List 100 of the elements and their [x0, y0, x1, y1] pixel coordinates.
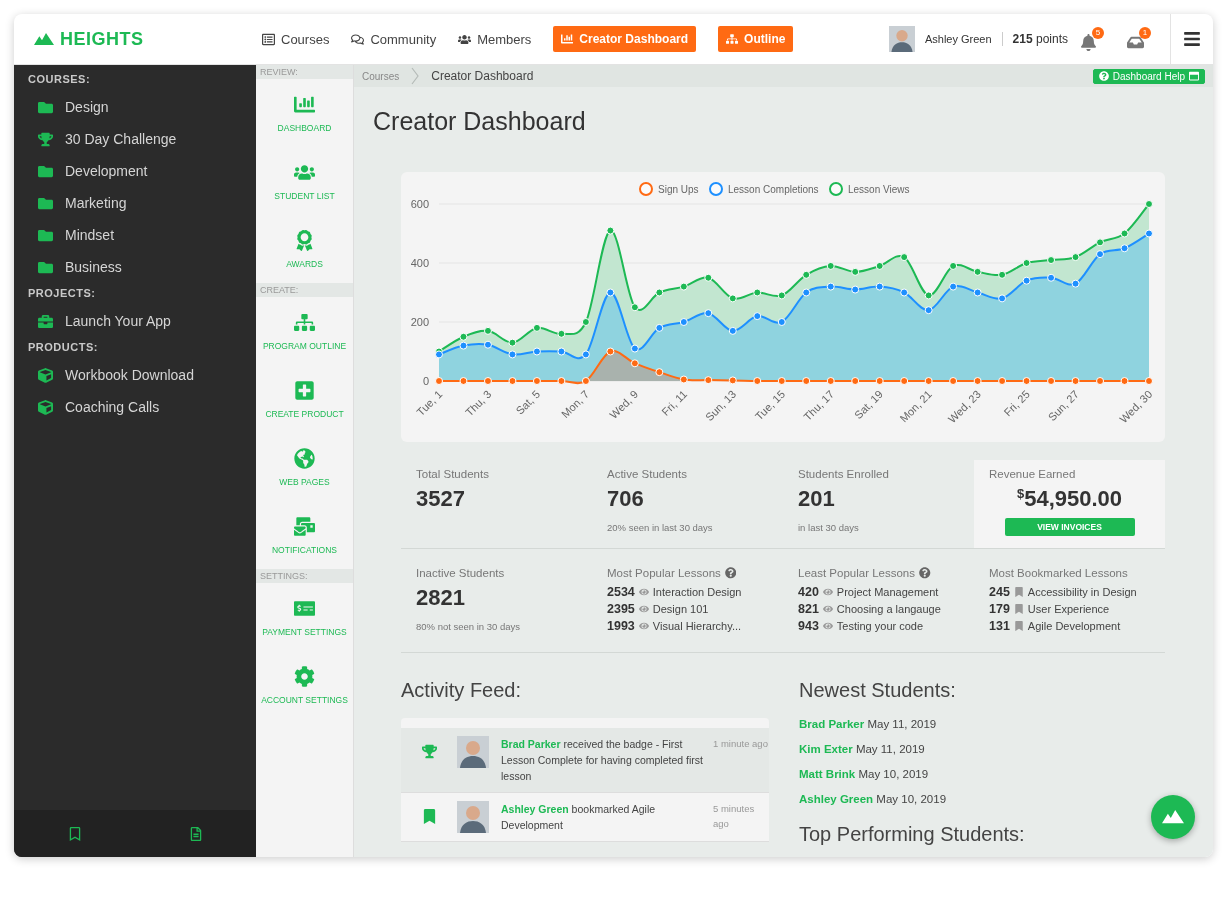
x-axis-label: Mon, 7 [559, 387, 592, 421]
student-entry[interactable]: Kim Exter May 11, 2019 [799, 743, 925, 755]
data-point [973, 377, 982, 385]
bookmark-icon[interactable] [67, 826, 82, 841]
lesson-item[interactable]: 245 Accessibility in Design [989, 585, 1137, 599]
sidebar-item[interactable]: Mindset [28, 219, 256, 251]
lesson-item[interactable]: 943 Testing your code [798, 619, 941, 633]
data-point [1071, 377, 1080, 385]
data-point [949, 377, 958, 385]
eye-icon [638, 604, 649, 614]
revenue-value: $54,950.00 [1016, 486, 1123, 512]
sidebar-item[interactable]: Coaching Calls [28, 391, 256, 423]
data-point [728, 376, 737, 385]
data-point [1022, 377, 1031, 385]
nav-link[interactable]: Community [351, 31, 437, 47]
data-point [728, 326, 737, 335]
stat-value: 201 [798, 486, 835, 512]
data-point [508, 377, 517, 385]
data-point [679, 318, 688, 326]
sidebar-item[interactable]: Workbook Download [28, 359, 256, 391]
data-point [924, 306, 933, 315]
data-point [1145, 377, 1153, 385]
nav-link[interactable]: Courses [262, 31, 330, 47]
x-axis-label: Thu, 17 [801, 387, 837, 423]
lesson-item[interactable]: 2534 Interaction Design [607, 585, 742, 599]
section-heading: REVIEW: [256, 65, 353, 79]
student-entry[interactable]: Matt Brink May 10, 2019 [799, 768, 929, 780]
data-point [630, 344, 639, 353]
cube-icon [38, 367, 53, 383]
breadcrumb-link[interactable]: Creator Dashboard [431, 69, 534, 83]
lesson-item[interactable]: 179 User Experience [989, 602, 1137, 616]
sidebar-item[interactable]: 30 Day Challenge [28, 123, 256, 155]
sidebar-item[interactable]: Launch Your App [28, 305, 256, 337]
eye-icon [822, 604, 833, 614]
data-point [483, 340, 492, 349]
data-point [826, 261, 835, 270]
sidebar-item[interactable]: Marketing [28, 187, 256, 219]
data-point [1096, 377, 1105, 385]
data-point [655, 323, 664, 332]
activity-text: Brad Parker received the badge - First Lesson Complete for having completed first lesson [501, 737, 704, 784]
stat-label: Total Students [416, 468, 489, 480]
nav-link[interactable]: Members [458, 31, 532, 47]
legend-label: Sign Ups [658, 184, 699, 195]
lesson-item[interactable]: 420 Project Management [798, 585, 941, 599]
help-icon[interactable] [724, 567, 737, 579]
folder-icon [38, 99, 53, 115]
data-point [655, 368, 664, 377]
mountain-logo-icon [34, 33, 54, 45]
data-point [753, 377, 762, 385]
data-point [875, 282, 884, 291]
data-point [900, 377, 909, 385]
student-entry[interactable]: Ashley Green May 10, 2019 [799, 793, 947, 805]
data-point [1071, 279, 1080, 288]
data-point [532, 323, 541, 332]
data-point [826, 377, 835, 385]
data-point [606, 226, 615, 235]
data-point [900, 288, 909, 297]
data-point [655, 288, 664, 297]
chat-button[interactable] [1151, 795, 1195, 839]
data-point [581, 377, 590, 385]
legend-marker [639, 182, 653, 196]
activity-row[interactable]: Brad Parker received the badge - First Lesson Complete for having completed first lesson 1 minute ago [401, 728, 769, 793]
lesson-item[interactable]: 131 Agile Development [989, 619, 1137, 633]
user-name[interactable]: Ashley Green [924, 33, 992, 45]
points-count: 215 points [1001, 32, 1068, 46]
data-point [949, 282, 958, 291]
data-point [1071, 253, 1080, 262]
student-entry[interactable]: Brad Parker May 11, 2019 [799, 718, 937, 730]
section-title: Activity Feed: [401, 679, 523, 702]
data-point [826, 282, 835, 291]
data-point [483, 326, 492, 335]
data-point [753, 312, 762, 321]
sidebar-item[interactable]: Business [28, 251, 256, 283]
folder-icon [38, 227, 53, 243]
data-point [532, 347, 541, 356]
activity-time: 1 minute ago [713, 737, 769, 751]
lesson-item[interactable]: 1993 Visual Hierarchy... [607, 619, 742, 633]
bookmark-icon [1013, 587, 1024, 597]
chart-icon [561, 33, 574, 45]
sidebar-item[interactable]: Development [28, 155, 256, 187]
bell-icon [1080, 33, 1097, 51]
lesson-item[interactable]: 2395 Design 101 [607, 602, 742, 616]
stat-label: Revenue Earned [989, 468, 1076, 480]
section-heading: COURSES: [28, 73, 92, 85]
section-title: Top Performing Students: [799, 823, 1026, 846]
data-point [1120, 244, 1129, 253]
document-icon[interactable] [188, 826, 203, 841]
data-point [557, 347, 566, 356]
x-axis-label: Fri, 25 [1001, 387, 1032, 419]
data-point [777, 318, 786, 326]
folder-icon [38, 195, 53, 211]
data-point [924, 291, 933, 300]
sidebar-item[interactable]: Design [28, 91, 256, 123]
data-point [1047, 377, 1056, 385]
x-axis-label: Fri, 11 [659, 387, 690, 418]
help-icon [1098, 71, 1109, 81]
lesson-item[interactable]: 821 Choosing a langauge [798, 602, 941, 616]
help-icon[interactable] [919, 567, 931, 579]
data-point [704, 376, 713, 385]
y-axis-label: 0 [422, 375, 429, 387]
